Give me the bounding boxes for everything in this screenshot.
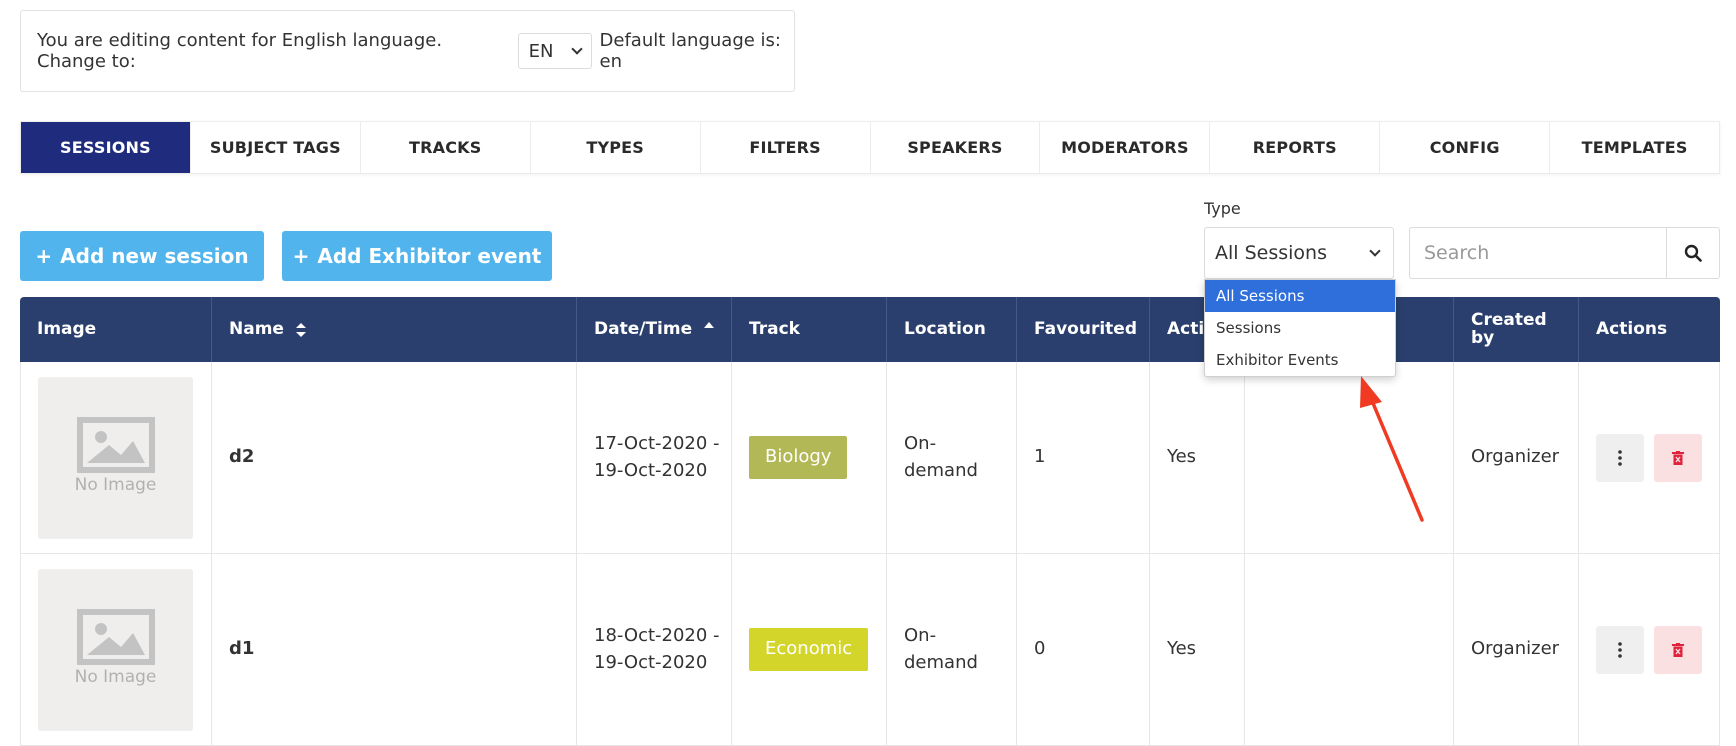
trash-icon xyxy=(1672,642,1684,657)
add-session-label: Add new session xyxy=(60,244,249,268)
table-row: No Image d2 17-Oct-2020 - 19-Oct-2020 Bi… xyxy=(20,362,1720,554)
more-actions-button[interactable] xyxy=(1596,433,1644,482)
tab-filters[interactable]: FILTERS xyxy=(700,122,871,173)
main-tabs: SESSIONS SUBJECT TAGS TRACKS TYPES FILTE… xyxy=(20,121,1720,174)
session-name[interactable]: d1 xyxy=(212,554,577,745)
table-row: No Image d1 18-Oct-2020 - 19-Oct-2020 Ec… xyxy=(20,554,1720,746)
header-actions: Actions xyxy=(1596,318,1668,339)
add-exhibitor-event-button[interactable]: + Add Exhibitor event xyxy=(282,231,552,281)
location-cell: On- demand xyxy=(887,362,1017,553)
tab-subject-tags[interactable]: SUBJECT TAGS xyxy=(190,122,361,173)
tab-tracks[interactable]: TRACKS xyxy=(360,122,531,173)
search-icon xyxy=(1684,244,1702,262)
add-exhibitor-label: Add Exhibitor event xyxy=(317,244,542,268)
vertical-dots-icon xyxy=(1618,449,1622,466)
search-input[interactable]: Search xyxy=(1409,227,1667,279)
search-button[interactable] xyxy=(1666,227,1720,279)
chevron-down-icon xyxy=(1369,245,1381,257)
image-placeholder-icon xyxy=(76,417,155,474)
actions-cell xyxy=(1579,362,1719,553)
active-cell: Yes xyxy=(1150,362,1245,553)
image-cell: No Image xyxy=(21,362,212,553)
no-image-placeholder: No Image xyxy=(38,376,193,539)
tab-types[interactable]: TYPES xyxy=(530,122,701,173)
header-track: Track xyxy=(732,297,887,362)
sort-ascending-icon xyxy=(704,322,715,328)
tab-speakers[interactable]: SPEAKERS xyxy=(870,122,1041,173)
delete-button[interactable] xyxy=(1654,625,1702,674)
type-filter-value: All Sessions xyxy=(1215,242,1327,264)
created-by-cell: Organizer xyxy=(1454,554,1579,745)
track-cell: Biology xyxy=(732,362,887,553)
language-bar: You are editing content for English lang… xyxy=(20,10,795,92)
tab-sessions[interactable]: SESSIONS xyxy=(21,122,191,173)
image-placeholder-icon xyxy=(76,609,155,666)
table-header: Image Name Date/Time Track Location Favo… xyxy=(20,297,1720,362)
tab-reports[interactable]: REPORTS xyxy=(1210,122,1381,173)
add-session-button[interactable]: + Add new session xyxy=(20,231,264,281)
chevron-down-icon xyxy=(570,43,583,55)
favourited-cell: 1 xyxy=(1017,362,1150,553)
actions-cell xyxy=(1579,554,1719,745)
plus-icon: + xyxy=(35,244,53,268)
language-select-value: EN xyxy=(528,40,554,62)
favourited-cell: 0 xyxy=(1017,554,1150,745)
created-by-cell: Organizer xyxy=(1454,362,1579,553)
sessions-table: Image Name Date/Time Track Location Favo… xyxy=(20,297,1720,746)
header-location: Location xyxy=(887,297,1017,362)
sort-icon xyxy=(295,322,306,337)
vertical-dots-icon xyxy=(1618,641,1622,658)
search-placeholder: Search xyxy=(1424,242,1490,264)
no-image-placeholder: No Image xyxy=(38,568,193,731)
header-favourited: Favourited xyxy=(1017,297,1150,362)
language-select[interactable]: EN xyxy=(517,33,592,69)
session-name[interactable]: d2 xyxy=(212,362,577,553)
dropdown-option-all-sessions[interactable]: All Sessions xyxy=(1205,280,1395,312)
dropdown-option-sessions[interactable]: Sessions xyxy=(1205,312,1395,344)
location-cell: On- demand xyxy=(887,554,1017,745)
track-badge: Biology xyxy=(749,436,848,479)
type-filter-select[interactable]: All Sessions xyxy=(1204,227,1394,279)
tab-templates[interactable]: TEMPLATES xyxy=(1550,122,1720,173)
header-date-time[interactable]: Date/Time xyxy=(577,297,732,362)
header-name[interactable]: Name xyxy=(212,297,577,362)
image-cell: No Image xyxy=(21,554,212,745)
trash-icon xyxy=(1672,450,1684,465)
type-filter-dropdown-menu: All Sessions Sessions Exhibitor Events xyxy=(1204,279,1396,377)
dropdown-option-exhibitor-events[interactable]: Exhibitor Events xyxy=(1205,344,1395,376)
date-time-cell: 17-Oct-2020 - 19-Oct-2020 xyxy=(577,362,732,553)
active-cell: Yes xyxy=(1150,554,1245,745)
hidden-cell xyxy=(1245,554,1454,745)
tab-moderators[interactable]: MODERATORS xyxy=(1040,122,1211,173)
hidden-cell xyxy=(1245,362,1454,553)
track-cell: Economic xyxy=(732,554,887,745)
tab-config[interactable]: CONFIG xyxy=(1380,122,1551,173)
header-created-by: Created by xyxy=(1454,297,1579,362)
language-prefix-text: You are editing content for English lang… xyxy=(37,30,443,72)
delete-button[interactable] xyxy=(1654,433,1702,482)
default-language-text: Default language is: en xyxy=(599,30,781,72)
type-filter-label: Type xyxy=(1204,199,1241,218)
more-actions-button[interactable] xyxy=(1596,625,1644,674)
track-badge: Economic xyxy=(749,628,869,671)
header-image: Image xyxy=(20,297,212,362)
date-time-cell: 18-Oct-2020 - 19-Oct-2020 xyxy=(577,554,732,745)
plus-icon: + xyxy=(292,244,310,268)
